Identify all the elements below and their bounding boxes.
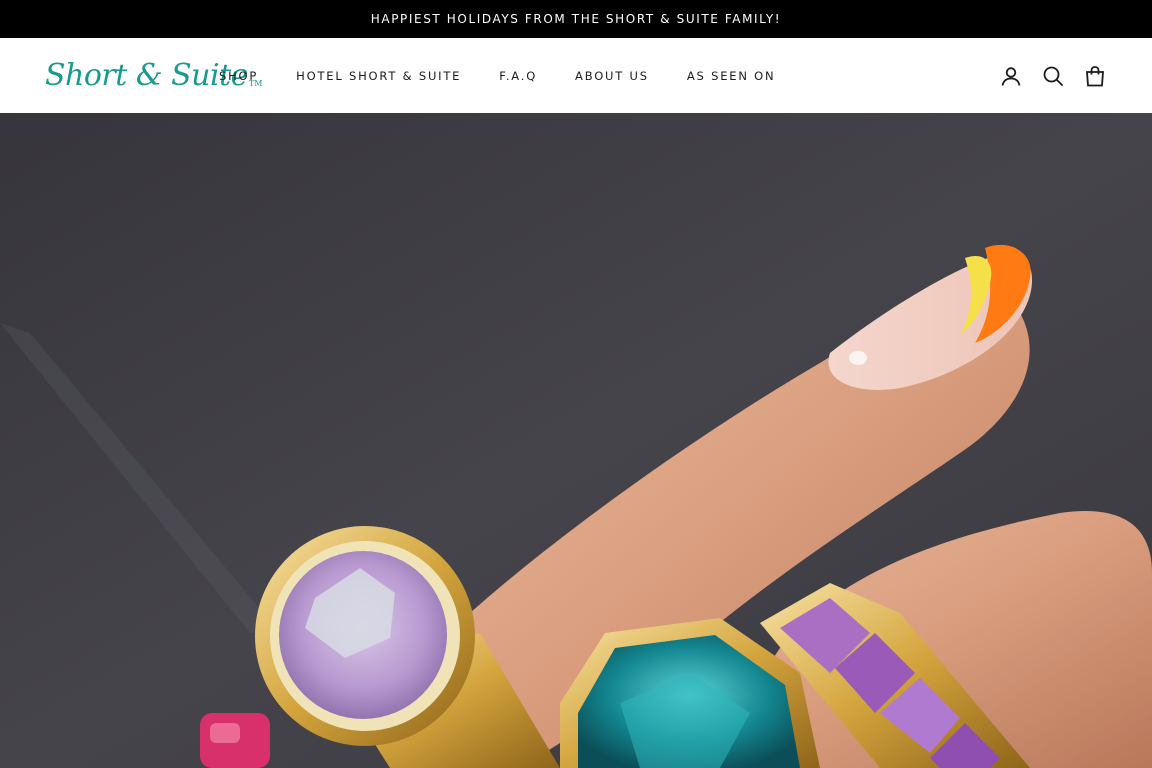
cart-icon[interactable] <box>1084 65 1106 87</box>
account-icon[interactable] <box>1000 65 1022 87</box>
nav-as-seen-on[interactable]: AS SEEN ON <box>687 69 776 83</box>
announcement-bar: HAPPIEST HOLIDAYS FROM THE SHORT & SUITE… <box>0 0 1152 38</box>
hero-image <box>0 113 1152 768</box>
hand-with-jeweled-rings-photo <box>0 113 1152 768</box>
nav-hotel-short-and-suite[interactable]: HOTEL SHORT & SUITE <box>296 69 461 83</box>
nav-about-us[interactable]: ABOUT US <box>575 69 649 83</box>
main-nav: SHOP HOTEL SHORT & SUITE F.A.Q ABOUT US … <box>219 38 813 113</box>
nav-shop[interactable]: SHOP <box>219 69 258 83</box>
header-icons <box>980 38 1106 113</box>
site-header: Short & Suite TM SHOP HOTEL SHORT & SUIT… <box>0 38 1152 113</box>
logo-text: Short & Suite <box>45 58 248 93</box>
nav-faq[interactable]: F.A.Q <box>499 69 537 83</box>
search-icon[interactable] <box>1042 65 1064 87</box>
announcement-text: HAPPIEST HOLIDAYS FROM THE SHORT & SUITE… <box>370 12 782 26</box>
